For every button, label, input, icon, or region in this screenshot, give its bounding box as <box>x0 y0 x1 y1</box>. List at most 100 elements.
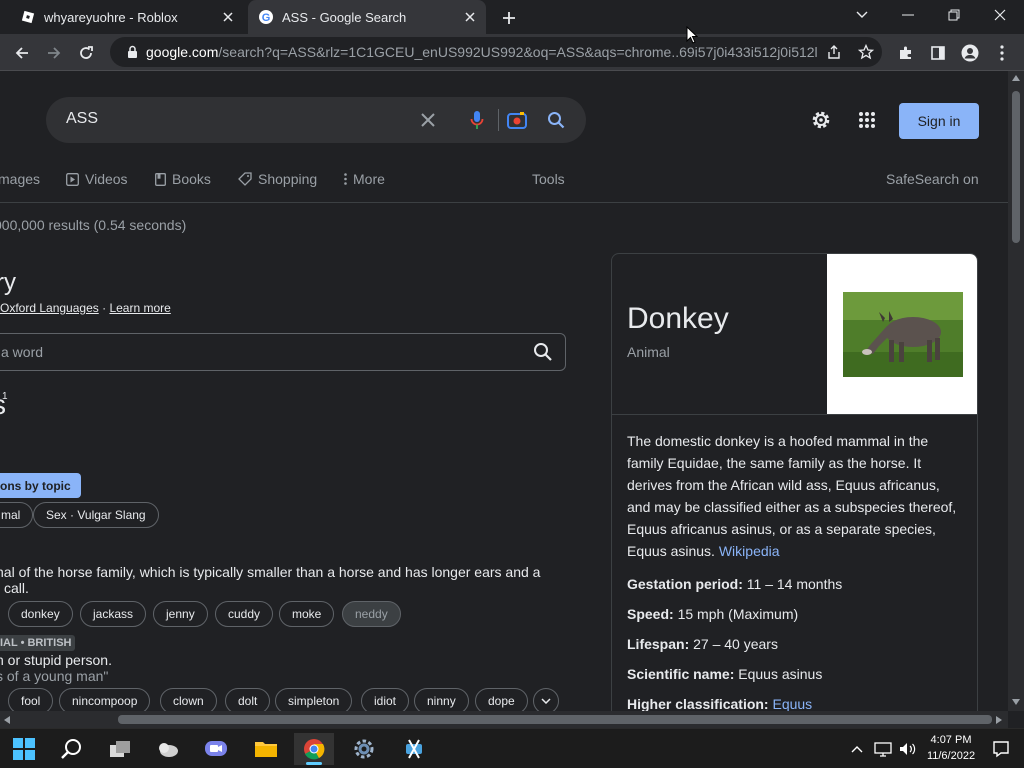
close-window-icon[interactable] <box>978 0 1022 30</box>
new-tab-icon[interactable] <box>498 7 520 29</box>
minimize-icon[interactable] <box>886 0 930 30</box>
restore-icon[interactable] <box>932 0 976 30</box>
headword: s1 <box>0 389 8 421</box>
show-hidden-icons-chevron-icon[interactable] <box>846 733 868 765</box>
settings-gear-icon[interactable] <box>808 107 834 133</box>
synonym-chip[interactable]: idiot <box>361 688 410 711</box>
knowledge-panel-divider <box>612 414 977 415</box>
tab-videos[interactable]: Videos <box>66 171 128 187</box>
search-icon[interactable] <box>52 733 92 765</box>
extensions-puzzle-icon[interactable] <box>892 39 920 67</box>
teams-chat-icon[interactable] <box>196 733 236 765</box>
reload-icon[interactable] <box>72 39 100 67</box>
fact-scientific-name: Scientific name: Equus asinus <box>627 666 823 682</box>
tools-button[interactable]: Tools <box>532 171 565 187</box>
horizontal-scroll-thumb[interactable] <box>118 715 992 724</box>
synonym-chip[interactable]: fool <box>8 688 54 711</box>
fact-gestation: Gestation period: 11 – 14 months <box>627 576 843 592</box>
scroll-up-icon <box>1012 75 1020 81</box>
topic-chip[interactable]: Sex · Vulgar Slang <box>33 502 159 528</box>
oxford-languages-link[interactable]: Oxford Languages <box>0 301 99 315</box>
windows-start-icon[interactable] <box>4 733 44 765</box>
vertical-scrollbar[interactable] <box>1008 71 1024 711</box>
volume-icon[interactable] <box>896 733 918 765</box>
knowledge-panel-image-frame[interactable] <box>827 254 977 414</box>
learn-more-link[interactable]: Learn more <box>109 301 170 315</box>
search-query[interactable]: ASS <box>66 110 98 128</box>
task-view-icon[interactable] <box>100 733 140 765</box>
microphone-icon[interactable] <box>465 108 489 132</box>
taskbar-clock[interactable]: 4:07 PM 11/6/2022 <box>924 732 978 764</box>
synonym-chip[interactable]: dope <box>475 688 528 711</box>
weather-widget-icon[interactable] <box>148 733 188 765</box>
roblox-favicon-icon <box>20 9 36 25</box>
fact-classification: Higher classification: Equus <box>627 696 813 711</box>
synonym-chip[interactable]: neddy <box>342 601 401 627</box>
expand-chevron-icon[interactable] <box>533 688 559 711</box>
synonym-chip[interactable]: nincompoop <box>59 688 151 711</box>
bookmark-star-icon[interactable] <box>850 44 882 60</box>
dictionary-source: Oxford Languages · Learn more <box>0 301 171 315</box>
address-bar[interactable]: google.com/search?q=ASS&rlz=1C1GCEU_enUS… <box>110 37 882 67</box>
camera-lens-icon[interactable] <box>505 108 529 132</box>
synonym-chip[interactable]: clown <box>160 688 217 711</box>
synonym-chip[interactable]: cuddy <box>215 601 274 627</box>
vertical-scroll-thumb[interactable] <box>1012 91 1020 243</box>
search-icon[interactable] <box>533 342 553 367</box>
snipping-tool-icon[interactable] <box>394 733 434 765</box>
mouse-cursor-icon <box>686 26 698 44</box>
lock-icon[interactable] <box>120 45 144 59</box>
synonym-chip[interactable]: jenny <box>153 601 208 627</box>
close-tab-icon[interactable] <box>460 7 480 27</box>
share-icon[interactable] <box>818 44 850 60</box>
tab-more[interactable]: More <box>344 171 385 187</box>
horizontal-scrollbar[interactable] <box>0 711 1008 728</box>
tab-title: whyareyuohre - Roblox <box>44 9 178 25</box>
synonym-chip[interactable]: dolt <box>225 688 271 711</box>
browser-toolbar: google.com/search?q=ASS&rlz=1C1GCEU_enUS… <box>0 34 1024 71</box>
kebab-menu-icon[interactable] <box>988 39 1016 67</box>
forward-arrow-icon[interactable] <box>40 39 68 67</box>
dictionary-search-input[interactable]: a word <box>0 333 566 371</box>
chrome-icon[interactable] <box>294 733 334 765</box>
apps-grid-icon[interactable] <box>854 107 880 133</box>
tab-roblox[interactable]: whyareyuohre - Roblox <box>8 0 244 34</box>
result-stats: 000,000 results (0.54 seconds) <box>0 217 187 233</box>
settings-gear-icon[interactable] <box>344 733 384 765</box>
fact-lifespan: Lifespan: 27 – 40 years <box>627 636 778 652</box>
tab-images[interactable]: mages <box>0 171 40 187</box>
tab-search-icon[interactable] <box>840 0 884 30</box>
side-panel-icon[interactable] <box>924 39 952 67</box>
donkey-image[interactable] <box>843 292 963 377</box>
profile-avatar-icon[interactable] <box>956 39 984 67</box>
scroll-right-icon <box>996 716 1002 724</box>
topic-button[interactable]: ons by topic <box>0 473 81 498</box>
scroll-left-icon <box>4 716 10 724</box>
close-tab-icon[interactable] <box>218 7 238 27</box>
register-label: IAL • BRITISH <box>0 635 76 651</box>
tag-icon <box>238 172 252 186</box>
google-results-page: ASS Sign in mages Videos Books Shopping … <box>0 71 1008 711</box>
synonym-chip[interactable]: ninny <box>414 688 469 711</box>
synonym-chip[interactable]: donkey <box>8 601 73 627</box>
back-arrow-icon[interactable] <box>8 39 36 67</box>
search-input[interactable]: ASS <box>46 97 586 143</box>
synonym-chip[interactable]: jackass <box>80 601 147 627</box>
synonym-chip[interactable]: simpleton <box>275 688 353 711</box>
url-text: google.com/search?q=ASS&rlz=1C1GCEU_enUS… <box>146 44 818 60</box>
tab-books[interactable]: Books <box>155 171 211 187</box>
wikipedia-link[interactable]: Wikipedia <box>719 543 780 559</box>
notifications-icon[interactable] <box>988 733 1014 765</box>
safesearch-button[interactable]: SafeSearch on <box>886 171 979 187</box>
sign-in-button[interactable]: Sign in <box>899 103 979 139</box>
clear-search-icon[interactable] <box>416 108 440 132</box>
knowledge-panel-subtitle: Animal <box>627 344 670 360</box>
search-icon[interactable] <box>544 108 568 132</box>
synonym-chip[interactable]: moke <box>279 601 335 627</box>
topic-chip[interactable]: mal <box>0 502 34 528</box>
classification-link[interactable]: Equus <box>772 696 812 711</box>
tab-google-search[interactable]: G ASS - Google Search <box>248 0 486 34</box>
tab-shopping[interactable]: Shopping <box>238 171 317 187</box>
network-icon[interactable] <box>872 733 894 765</box>
file-explorer-icon[interactable] <box>246 733 286 765</box>
